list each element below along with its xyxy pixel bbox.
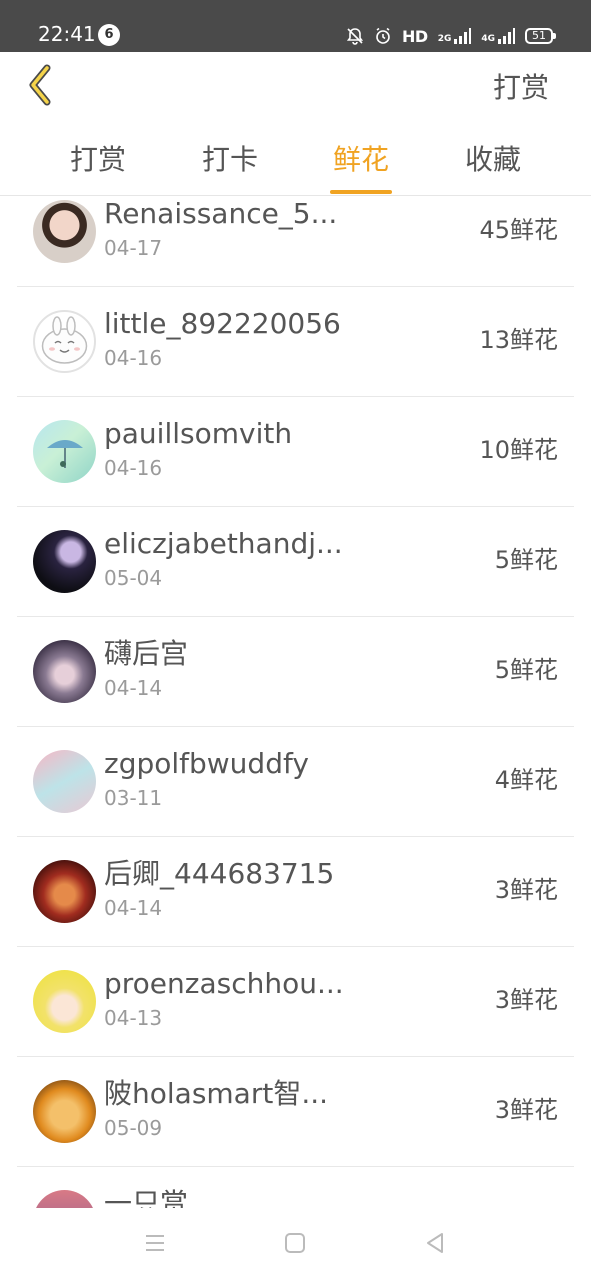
item-date: 05-09 bbox=[104, 1116, 163, 1140]
item-flower-count: 3鲜花 bbox=[494, 986, 558, 1014]
item-flower-count: 5鲜花 bbox=[494, 656, 558, 684]
list-item[interactable]: Renaissance_5... 04-17 45鲜花 bbox=[17, 197, 574, 287]
avatar[interactable] bbox=[33, 1190, 96, 1208]
item-flower-count: 4鲜花 bbox=[494, 766, 558, 794]
system-navbar bbox=[0, 1208, 591, 1280]
item-name: pauillsomvith bbox=[104, 417, 293, 450]
tab-label: 鲜花 bbox=[332, 143, 389, 176]
item-flower-count: 5鲜花 bbox=[494, 546, 558, 574]
item-date: 04-13 bbox=[104, 1006, 163, 1030]
flower-list-viewport[interactable]: Renaissance_5... 04-17 45鲜花 little_89222… bbox=[0, 197, 591, 1208]
signal-group-2: 4G bbox=[481, 28, 515, 44]
back-button[interactable] bbox=[18, 64, 62, 110]
avatar[interactable] bbox=[33, 200, 96, 263]
item-flower-count: 13鲜花 bbox=[479, 326, 558, 354]
signal-group-1: 2G bbox=[438, 28, 472, 44]
bell-muted-icon bbox=[346, 27, 364, 45]
avatar[interactable] bbox=[33, 1080, 96, 1143]
tab-checkin[interactable]: 打卡 bbox=[200, 140, 260, 194]
item-name: Renaissance_5... bbox=[104, 197, 338, 230]
tab-label: 打赏 bbox=[69, 143, 126, 176]
home-button[interactable] bbox=[280, 1230, 310, 1260]
tab-label: 打卡 bbox=[201, 143, 258, 176]
signal-bars-icon bbox=[497, 28, 515, 44]
list-item[interactable]: zgpolfbwuddfy 03-11 4鲜花 bbox=[17, 727, 574, 837]
avatar[interactable] bbox=[33, 530, 96, 593]
tab-flowers[interactable]: 鲜花 bbox=[330, 140, 392, 194]
list-item[interactable]: 后卿_444683715 04-14 3鲜花 bbox=[17, 837, 574, 947]
system-back-button[interactable] bbox=[420, 1230, 450, 1260]
avatar[interactable] bbox=[33, 970, 96, 1033]
item-name: 礴后宫 bbox=[104, 637, 189, 670]
menu-icon bbox=[143, 1232, 167, 1258]
flower-list: Renaissance_5... 04-17 45鲜花 little_89222… bbox=[0, 197, 591, 1208]
tab-bar: 打赏 打卡 鲜花 收藏 bbox=[0, 126, 591, 196]
item-date: 05-04 bbox=[104, 566, 163, 590]
header: 打赏 bbox=[0, 52, 591, 126]
item-name: little_892220056 bbox=[104, 307, 341, 340]
header-reward-button[interactable]: 打赏 bbox=[493, 70, 549, 106]
item-date: 03-11 bbox=[104, 786, 163, 810]
item-date: 04-14 bbox=[104, 676, 163, 700]
signal-bars-icon bbox=[453, 28, 472, 44]
item-name: zgpolfbwuddfy bbox=[104, 747, 309, 780]
item-flower-count: 10鲜花 bbox=[479, 436, 558, 464]
status-time: 22:41 bbox=[38, 22, 96, 46]
tab-reward[interactable]: 打赏 bbox=[68, 140, 128, 194]
list-item[interactable]: 礴后宫 04-14 5鲜花 bbox=[17, 617, 574, 727]
avatar[interactable] bbox=[33, 640, 96, 703]
home-square-icon bbox=[283, 1231, 307, 1259]
avatar[interactable] bbox=[33, 750, 96, 813]
menu-button[interactable] bbox=[140, 1230, 170, 1260]
list-item[interactable]: little_892220056 04-16 13鲜花 bbox=[17, 287, 574, 397]
alarm-clock-icon bbox=[374, 27, 392, 45]
back-triangle-icon bbox=[423, 1231, 447, 1259]
item-name: 后卿_444683715 bbox=[104, 857, 335, 890]
chevron-left-icon bbox=[25, 64, 55, 110]
tab-favorites[interactable]: 收藏 bbox=[463, 140, 523, 194]
list-item[interactable]: pauillsomvith 04-16 10鲜花 bbox=[17, 397, 574, 507]
tab-label: 收藏 bbox=[464, 143, 521, 176]
avatar[interactable] bbox=[33, 860, 96, 923]
item-name: eliczjabethandj... bbox=[104, 527, 343, 560]
status-icons: HD 2G 4G 51 bbox=[346, 22, 556, 50]
item-flower-count: 45鲜花 bbox=[479, 216, 558, 244]
item-name: 陂holasmart智... bbox=[104, 1077, 329, 1110]
avatar[interactable] bbox=[33, 420, 96, 483]
list-item[interactable]: 陂holasmart智... 05-09 3鲜花 bbox=[17, 1057, 574, 1167]
network-label-2: 4G bbox=[481, 34, 495, 44]
item-date: 04-16 bbox=[104, 346, 163, 370]
battery-indicator: 51 bbox=[525, 28, 556, 44]
item-date: 04-16 bbox=[104, 456, 163, 480]
list-item[interactable]: proenzaschhou... 04-13 3鲜花 bbox=[17, 947, 574, 1057]
item-flower-count: 3鲜花 bbox=[494, 876, 558, 904]
hd-label: HD bbox=[402, 26, 428, 46]
avatar[interactable] bbox=[33, 310, 96, 373]
item-flower-count: 3鲜花 bbox=[494, 1096, 558, 1124]
item-date: 04-17 bbox=[104, 236, 163, 260]
item-name: 一只赏 bbox=[104, 1187, 189, 1208]
status-bar: 22:41 6 HD 2G 4G 51 bbox=[0, 0, 591, 52]
item-name: proenzaschhou... bbox=[104, 967, 344, 1000]
item-date: 04-14 bbox=[104, 896, 163, 920]
tab-underline bbox=[330, 190, 392, 194]
list-item[interactable]: 一只赏 bbox=[17, 1167, 574, 1208]
notification-count-badge: 6 bbox=[98, 24, 120, 46]
list-item[interactable]: eliczjabethandj... 05-04 5鲜花 bbox=[17, 507, 574, 617]
network-label-1: 2G bbox=[437, 34, 452, 44]
